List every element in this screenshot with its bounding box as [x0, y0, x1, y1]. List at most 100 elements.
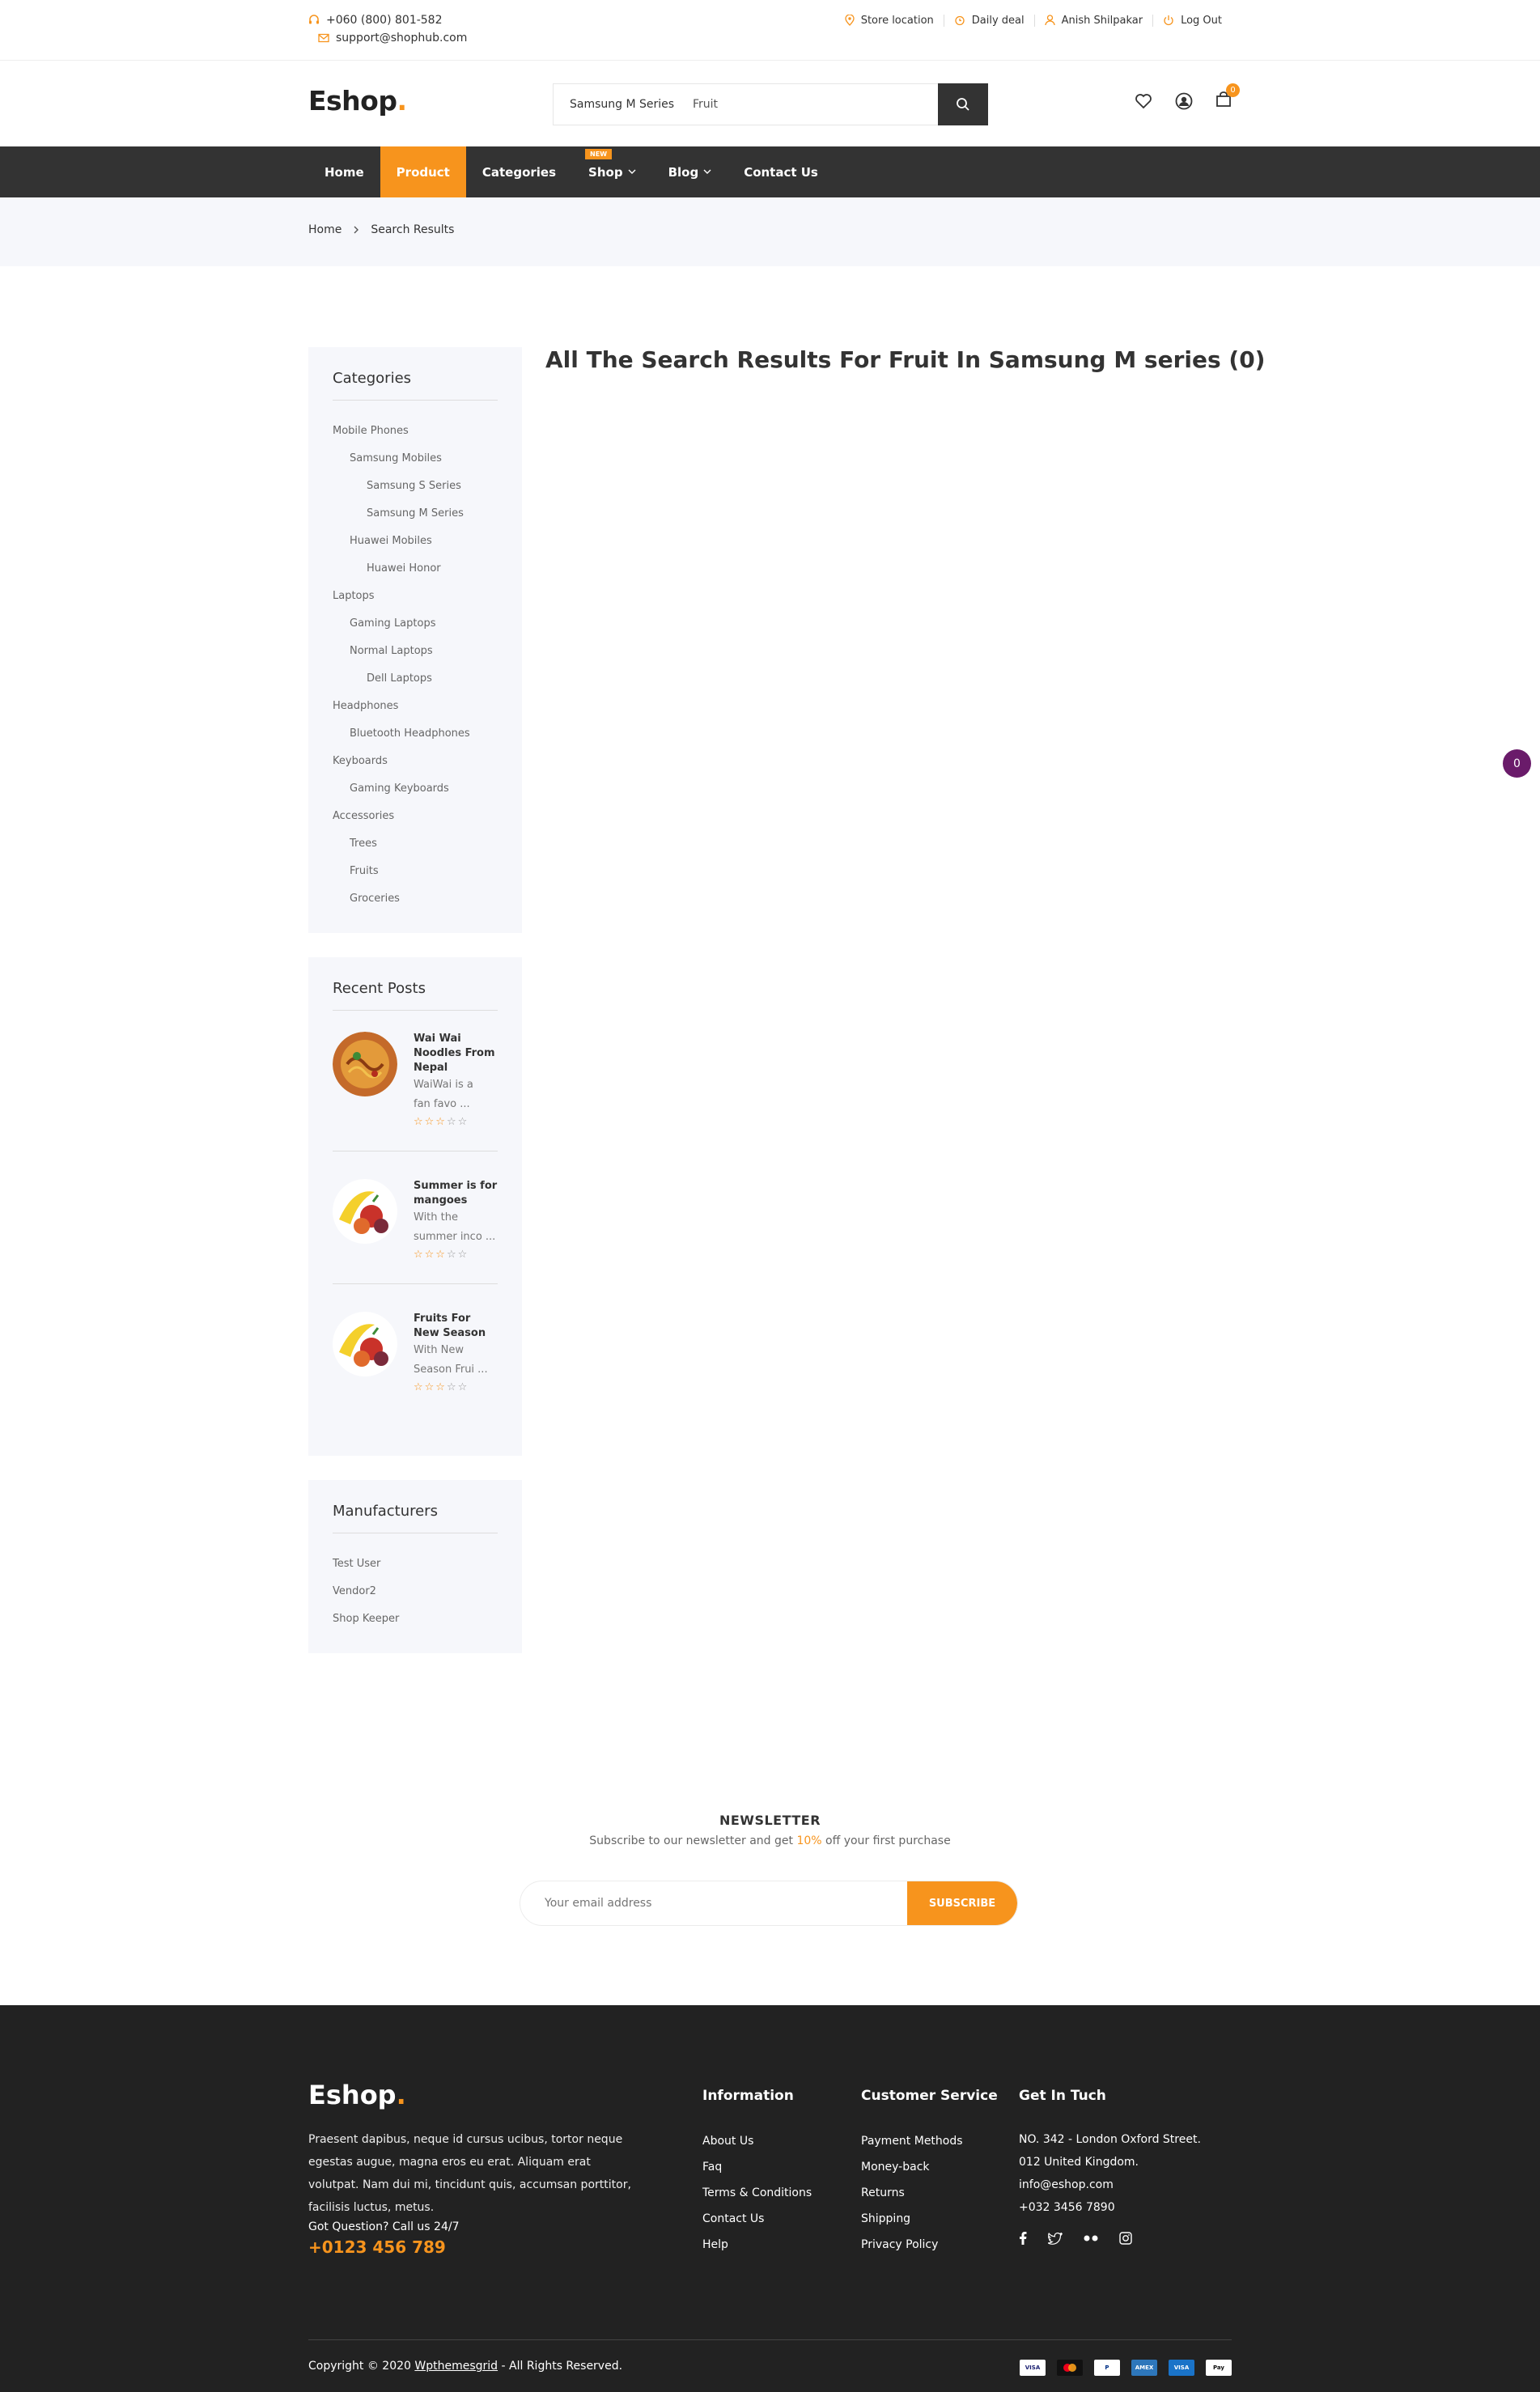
nav-item-shop[interactable]: NEW Shop: [572, 146, 652, 197]
footer-contact-email[interactable]: info@eshop.com: [1019, 2174, 1201, 2196]
facebook-icon[interactable]: [1019, 2232, 1027, 2245]
paypal-icon: P: [1094, 2360, 1120, 2376]
category-item[interactable]: Samsung S Series: [333, 472, 498, 499]
newsletter-text-after: off your first purchase: [821, 1834, 951, 1847]
category-item[interactable]: Huawei Honor: [333, 554, 498, 582]
footer-link[interactable]: Terms & Conditions: [702, 2180, 812, 2206]
recent-posts-widget: Recent Posts Wai Wai Noodles From Nepal …: [308, 957, 522, 1456]
category-item[interactable]: Dell Laptops: [333, 664, 498, 692]
post-excerpt-line1: With the: [414, 1211, 458, 1224]
footer-link[interactable]: Payment Methods: [861, 2128, 998, 2154]
post-thumbnail-fruits-season[interactable]: [333, 1312, 397, 1376]
alarm-clock-icon: [955, 15, 965, 26]
post-excerpt-line2: fan favo ...: [414, 1098, 470, 1110]
nav-item-home[interactable]: Home: [308, 146, 380, 197]
breadcrumb-home-link[interactable]: Home: [308, 223, 342, 236]
email-text[interactable]: support@shophub.com: [336, 32, 467, 45]
post-thumbnail-fruits[interactable]: [333, 1179, 397, 1244]
footer-link[interactable]: Shipping: [861, 2206, 998, 2232]
copyright-link[interactable]: Wpthemesgrid: [414, 2360, 498, 2373]
category-item[interactable]: Keyboards: [333, 747, 498, 774]
footer-link[interactable]: Returns: [861, 2180, 998, 2206]
search-button[interactable]: [938, 83, 988, 125]
category-item[interactable]: Trees: [333, 829, 498, 857]
footer-service-title: Customer Service: [861, 2088, 998, 2104]
store-location-label: Store location: [860, 14, 934, 27]
footer-link[interactable]: Help: [702, 2232, 812, 2258]
manufacturer-item[interactable]: Shop Keeper: [333, 1605, 498, 1632]
footer-question: Got Question? Call us 24/7: [308, 2220, 460, 2233]
category-item[interactable]: Mobile Phones: [333, 417, 498, 444]
site-logo[interactable]: Eshop.: [308, 85, 407, 117]
cart-button[interactable]: 0: [1215, 83, 1240, 111]
mastercard-icon: [1057, 2360, 1083, 2376]
post-thumbnail-noodles[interactable]: [333, 1032, 397, 1096]
phone-row: +060 (800) 801-582: [308, 11, 467, 29]
subscribe-button[interactable]: SUBSCRIBE: [907, 1881, 1017, 1925]
flickr-icon[interactable]: [1084, 2235, 1098, 2241]
category-item[interactable]: Groceries: [333, 884, 498, 912]
logout-link[interactable]: Log Out: [1152, 14, 1232, 27]
recent-post[interactable]: Wai Wai Noodles From Nepal WaiWai is a f…: [333, 1027, 498, 1151]
search-input[interactable]: [683, 84, 938, 125]
recent-post[interactable]: Fruits For New Season With New Season Fr…: [333, 1307, 498, 1402]
footer-address-line2: 012 United Kingdom.: [1019, 2156, 1139, 2169]
category-item[interactable]: Samsung M Series: [333, 499, 498, 527]
post-excerpt-line1: WaiWai is a: [414, 1079, 473, 1091]
category-item[interactable]: Fruits: [333, 857, 498, 884]
category-item[interactable]: Bluetooth Headphones: [333, 719, 498, 747]
category-item[interactable]: Laptops: [333, 582, 498, 609]
footer-contact-phone[interactable]: +032 3456 7890: [1019, 2196, 1201, 2219]
category-item[interactable]: Samsung Mobiles: [333, 444, 498, 472]
american-express-icon: AMEX: [1131, 2360, 1157, 2376]
footer-link[interactable]: Money-back: [861, 2154, 998, 2180]
footer-link[interactable]: Faq: [702, 2154, 812, 2180]
visa-icon: VISA: [1020, 2360, 1046, 2376]
category-item[interactable]: Huawei Mobiles: [333, 527, 498, 554]
logout-label: Log Out: [1181, 14, 1222, 27]
post-title[interactable]: Wai Wai Noodles From Nepal: [414, 1032, 498, 1075]
post-title[interactable]: Fruits For New Season: [414, 1312, 498, 1341]
category-item[interactable]: Headphones: [333, 692, 498, 719]
category-list: Mobile Phones Samsung Mobiles Samsung S Se…: [333, 417, 498, 912]
noodles-image: [333, 1032, 397, 1096]
power-icon: [1164, 15, 1173, 26]
manufacturer-item[interactable]: Test User: [333, 1550, 498, 1577]
twitter-icon[interactable]: [1048, 2232, 1063, 2245]
category-item[interactable]: Normal Laptops: [333, 637, 498, 664]
post-title[interactable]: Summer is for mangoes: [414, 1179, 498, 1208]
newsletter-form: SUBSCRIBE: [520, 1881, 1018, 1926]
categories-title: Categories: [333, 370, 498, 401]
footer-link[interactable]: Contact Us: [702, 2206, 812, 2232]
user-name-label: Anish Shilpakar: [1061, 14, 1143, 27]
newsletter-email-input[interactable]: [520, 1881, 907, 1925]
category-item[interactable]: Gaming Keyboards: [333, 774, 498, 802]
footer-link[interactable]: Privacy Policy: [861, 2232, 998, 2258]
daily-deal-link[interactable]: Daily deal: [943, 14, 1034, 27]
footer-phone[interactable]: +0123 456 789: [308, 2237, 446, 2257]
visa-blue-icon: VISA: [1169, 2360, 1194, 2376]
nav-item-contact[interactable]: Contact Us: [728, 146, 834, 197]
floating-count-badge[interactable]: 0: [1503, 749, 1531, 778]
nav-item-categories[interactable]: Categories: [466, 146, 572, 197]
user-account-link[interactable]: Anish Shilpakar: [1033, 14, 1152, 27]
category-item[interactable]: Accessories: [333, 802, 498, 829]
categories-widget: Categories Mobile Phones Samsung Mobiles S…: [308, 347, 522, 933]
breadcrumb-bar: Home Search Results: [0, 197, 1540, 266]
category-item[interactable]: Gaming Laptops: [333, 609, 498, 637]
store-location-link[interactable]: Store location: [835, 15, 944, 27]
new-badge: NEW: [585, 149, 613, 159]
nav-item-blog[interactable]: Blog: [652, 146, 728, 197]
footer-link[interactable]: About Us: [702, 2128, 812, 2154]
search-category-select[interactable]: Samsung M Series: [554, 98, 683, 111]
recent-post[interactable]: Summer is for mangoes With the summer in…: [333, 1174, 498, 1284]
chevron-right-icon: [354, 226, 359, 234]
account-user-icon[interactable]: [1175, 92, 1193, 110]
wishlist-heart-icon[interactable]: [1135, 93, 1152, 109]
main-nav: Home Product Categories NEW Shop Blog Co…: [0, 146, 1540, 197]
manufacturer-item[interactable]: Vendor2: [333, 1577, 498, 1605]
nav-item-product[interactable]: Product: [380, 146, 466, 197]
instagram-icon[interactable]: [1119, 2232, 1132, 2245]
cart-count-badge: 0: [1226, 83, 1240, 97]
footer-logo[interactable]: Eshop.: [308, 2080, 406, 2110]
